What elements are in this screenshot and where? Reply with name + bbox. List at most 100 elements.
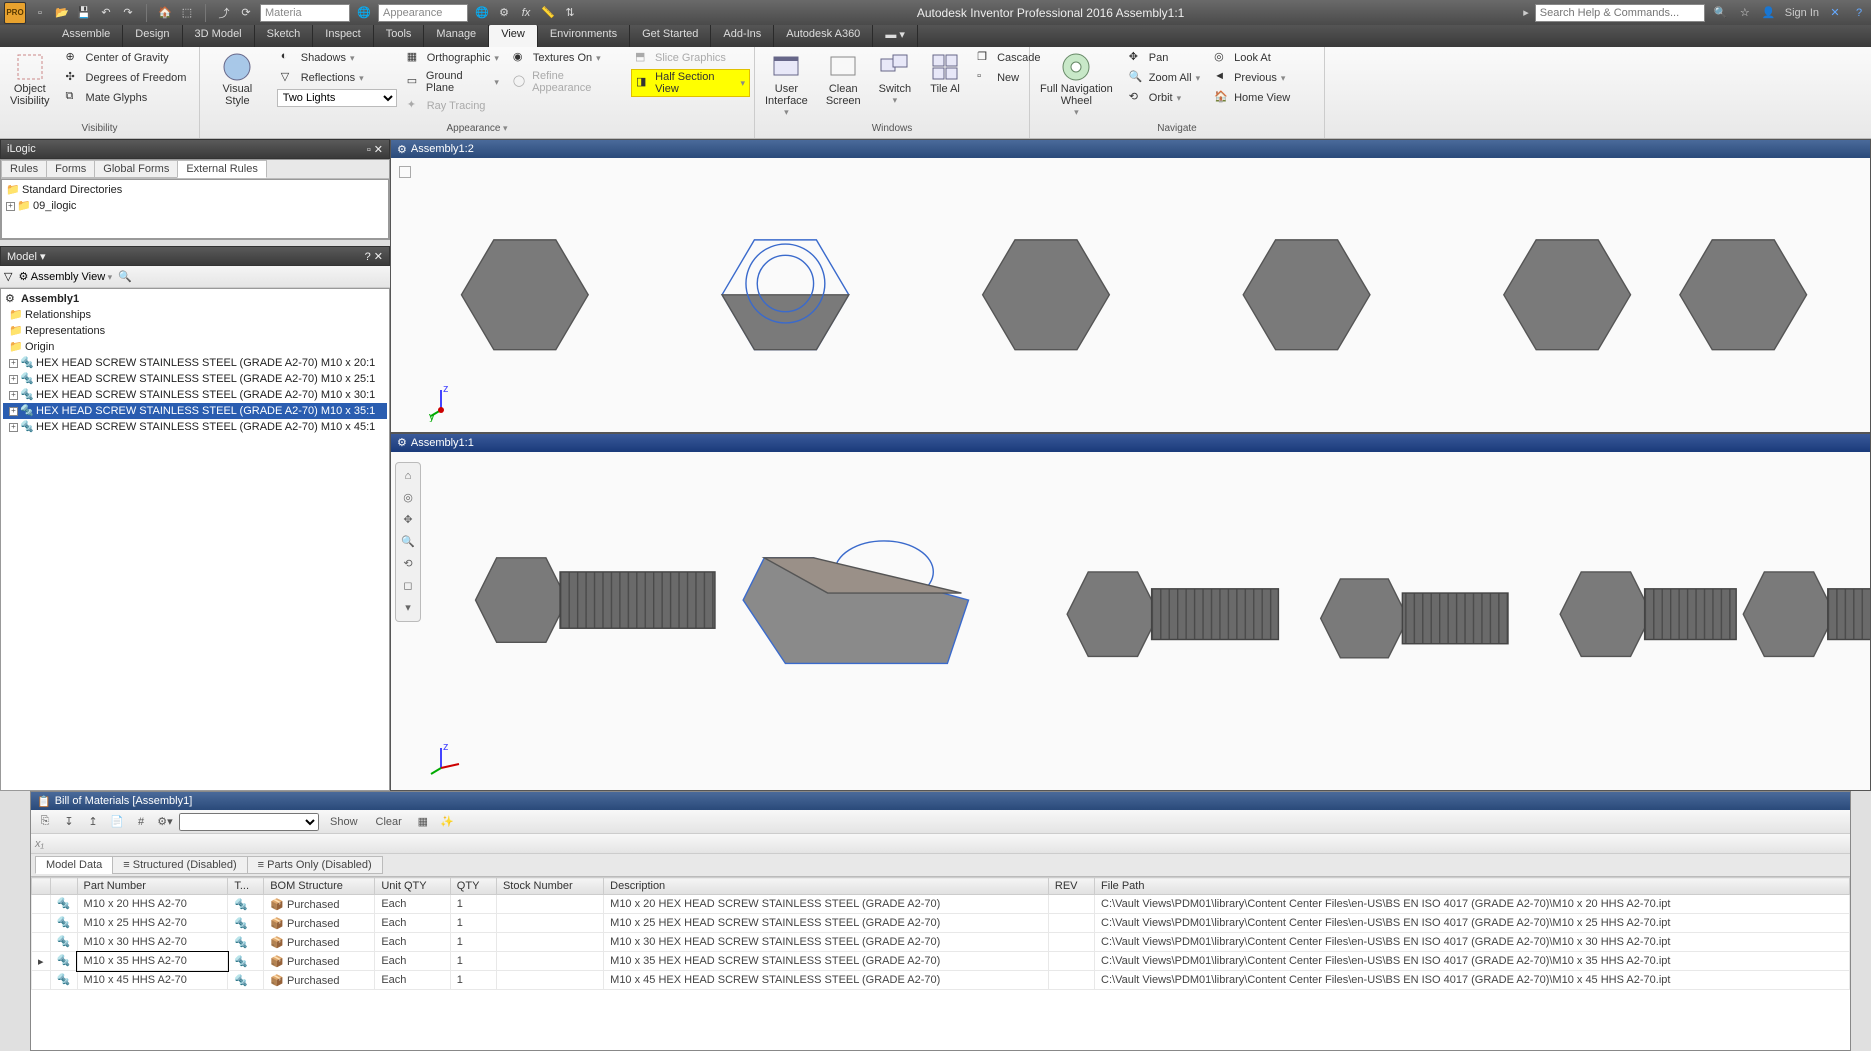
- slice-graphics-button[interactable]: ⬒Slice Graphics: [631, 49, 750, 67]
- new-icon[interactable]: ▫: [32, 5, 48, 21]
- nav-bar-orbit-icon[interactable]: ⟲: [399, 555, 417, 573]
- bom-row[interactable]: 🔩M10 x 45 HHS A2-70🔩📦 PurchasedEach1M10 …: [32, 971, 1850, 990]
- bom-tab-0[interactable]: Model Data: [35, 856, 113, 874]
- bom-row[interactable]: 🔩M10 x 20 HHS A2-70🔩📦 PurchasedEach1M10 …: [32, 895, 1850, 914]
- bom-row[interactable]: 🔩M10 x 30 HHS A2-70🔩📦 PurchasedEach1M10 …: [32, 933, 1850, 952]
- previous-button[interactable]: ◄Previous: [1210, 69, 1294, 87]
- full-nav-wheel-button[interactable]: Full Navigation Wheel: [1034, 49, 1119, 120]
- bom-header[interactable]: 📋Bill of Materials [Assembly1]: [31, 792, 1850, 810]
- bom-sort-desc-icon[interactable]: ↥: [83, 812, 103, 832]
- viewport1[interactable]: zy: [391, 158, 1870, 432]
- bom-column-header[interactable]: QTY: [450, 878, 496, 895]
- nav-bar-pan-icon[interactable]: ✥: [399, 511, 417, 529]
- tab-autodesk-a360[interactable]: Autodesk A360: [774, 25, 873, 47]
- bom-row[interactable]: 🔩M10 x 25 HHS A2-70🔩📦 PurchasedEach1M10 …: [32, 914, 1850, 933]
- panel-options-icon[interactable]: ▫ ✕: [367, 143, 383, 156]
- next-icon[interactable]: ▸: [1523, 6, 1529, 19]
- ilogic-tab-external-rules[interactable]: External Rules: [177, 160, 267, 178]
- bom-column-header[interactable]: BOM Structure: [264, 878, 375, 895]
- bom-clear-button[interactable]: Clear: [369, 813, 409, 831]
- panel-options-icon[interactable]: ? ✕: [365, 250, 383, 263]
- update-icon[interactable]: ⟳: [238, 5, 254, 21]
- tab-view[interactable]: View: [489, 25, 538, 47]
- favorite-icon[interactable]: ☆: [1737, 5, 1753, 21]
- search-input[interactable]: [1535, 4, 1705, 22]
- center-of-gravity-button[interactable]: ⊕Center of Gravity: [62, 49, 191, 67]
- bom-sort-asc-icon[interactable]: ↧: [59, 812, 79, 832]
- find-icon[interactable]: 🔍: [118, 270, 132, 283]
- tab-add-ins[interactable]: Add-Ins: [711, 25, 774, 47]
- model-tree-item[interactable]: 📁 Relationships: [3, 307, 387, 323]
- bom-formula-icon[interactable]: x₁: [35, 838, 44, 850]
- bom-settings-icon[interactable]: ⚙▾: [155, 812, 175, 832]
- adjust-icon[interactable]: ⚙: [496, 5, 512, 21]
- model-tree-item[interactable]: 📁 Origin: [3, 339, 387, 355]
- nav-bar-options-icon[interactable]: ▾: [399, 599, 417, 617]
- model-tree-item[interactable]: + 🔩 HEX HEAD SCREW STAINLESS STEEL (GRAD…: [3, 371, 387, 387]
- appearance-combo[interactable]: Appearance: [378, 4, 468, 22]
- model-tree-item[interactable]: 📁 Representations: [3, 323, 387, 339]
- save-icon[interactable]: 💾: [76, 5, 92, 21]
- user-icon[interactable]: 👤: [1761, 5, 1777, 21]
- clean-screen-button[interactable]: Clean Screen: [820, 49, 867, 109]
- lights-combo[interactable]: Two Lights: [277, 89, 397, 107]
- half-section-view-button[interactable]: ◨Half Section View: [631, 69, 750, 97]
- nav-bar-wheel-icon[interactable]: ◎: [399, 489, 417, 507]
- look-at-button[interactable]: ◎Look At: [1210, 49, 1294, 67]
- model-tree-item[interactable]: + 🔩 HEX HEAD SCREW STAINLESS STEEL (GRAD…: [3, 355, 387, 371]
- appearance-globe-icon[interactable]: 🌐: [474, 5, 490, 21]
- zoom-all-button[interactable]: 🔍Zoom All: [1125, 69, 1204, 87]
- bom-column-header[interactable]: REV: [1048, 878, 1094, 895]
- signin-link[interactable]: Sign In: [1785, 7, 1819, 19]
- ilogic-tree-item[interactable]: + 📁 09_ilogic: [4, 198, 386, 214]
- redo-icon[interactable]: ↷: [120, 5, 136, 21]
- bom-column-header[interactable]: Stock Number: [496, 878, 603, 895]
- refine-appearance-button[interactable]: ◯Refine Appearance: [509, 69, 625, 95]
- textures-on-button[interactable]: ◉Textures On: [509, 49, 625, 67]
- ilogic-tab-forms[interactable]: Forms: [46, 160, 95, 178]
- tab-get-started[interactable]: Get Started: [630, 25, 711, 47]
- bom-tab-2[interactable]: ≡ Parts Only (Disabled): [247, 856, 383, 874]
- bom-column-header[interactable]: File Path: [1095, 878, 1850, 895]
- tab-assemble[interactable]: Assemble: [50, 25, 123, 47]
- collapse-icon[interactable]: ⇅: [562, 5, 578, 21]
- group-label[interactable]: Appearance: [204, 121, 750, 136]
- model-tree-item[interactable]: + 🔩 HEX HEAD SCREW STAINLESS STEEL (GRAD…: [3, 387, 387, 403]
- nav-bar-zoom-icon[interactable]: 🔍: [399, 533, 417, 551]
- model-tree-root[interactable]: ⚙ Assembly1: [3, 291, 387, 307]
- ground-plane-button[interactable]: ▭Ground Plane: [403, 69, 503, 95]
- shadows-button[interactable]: ◐Shadows: [277, 49, 397, 67]
- bom-row[interactable]: ▸🔩M10 x 35 HHS A2-70🔩📦 PurchasedEach1M10…: [32, 952, 1850, 971]
- home-view-button[interactable]: 🏠Home View: [1210, 89, 1294, 107]
- tab-sketch[interactable]: Sketch: [255, 25, 314, 47]
- tab-tools[interactable]: Tools: [374, 25, 425, 47]
- pan-button[interactable]: ✥Pan: [1125, 49, 1204, 67]
- tab-design[interactable]: Design: [123, 25, 182, 47]
- nav-bar-home-icon[interactable]: ⌂: [399, 467, 417, 485]
- measure-icon[interactable]: 📏: [540, 5, 556, 21]
- viewport2-header[interactable]: ⚙Assembly1:1: [391, 434, 1870, 452]
- return-icon[interactable]: ⤴: [216, 5, 232, 21]
- undo-icon[interactable]: ↶: [98, 5, 114, 21]
- nav-bar-lookat-icon[interactable]: ◻: [399, 577, 417, 595]
- bom-highlight-icon[interactable]: ✨: [437, 812, 457, 832]
- tile-all-button[interactable]: Tile Al: [923, 49, 967, 97]
- model-tree-item[interactable]: + 🔩 HEX HEAD SCREW STAINLESS STEEL (GRAD…: [3, 419, 387, 435]
- tab-environments[interactable]: Environments: [538, 25, 630, 47]
- open-icon[interactable]: 📂: [54, 5, 70, 21]
- object-visibility-button[interactable]: Object Visibility: [4, 49, 56, 109]
- filter-icon[interactable]: ▽: [4, 270, 12, 283]
- help-icon[interactable]: ?: [1851, 5, 1867, 21]
- bom-renumber-icon[interactable]: #: [131, 812, 151, 832]
- mate-glyphs-button[interactable]: ⧉Mate Glyphs: [62, 89, 191, 107]
- reflections-button[interactable]: ▽Reflections: [277, 69, 397, 87]
- model-panel-header[interactable]: Model ▾ ? ✕: [0, 246, 390, 266]
- ray-tracing-button[interactable]: ✦Ray Tracing: [403, 97, 503, 115]
- material-combo[interactable]: Materia: [260, 4, 350, 22]
- bom-show-button[interactable]: Show: [323, 813, 365, 831]
- home-icon[interactable]: 🏠: [157, 5, 173, 21]
- model-tree-item[interactable]: + 🔩 HEX HEAD SCREW STAINLESS STEEL (GRAD…: [3, 403, 387, 419]
- visual-style-button[interactable]: Visual Style: [204, 49, 271, 109]
- tab-overflow[interactable]: ▬ ▾: [873, 25, 918, 47]
- material-globe-icon[interactable]: 🌐: [356, 5, 372, 21]
